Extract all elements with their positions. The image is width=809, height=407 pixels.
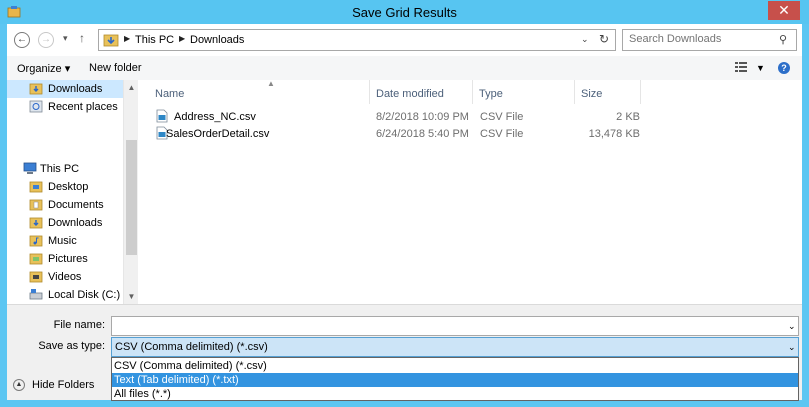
address-dropdown-icon[interactable]: ⌄ bbox=[581, 34, 589, 45]
sidebar-item-label: Desktop bbox=[48, 181, 89, 193]
sidebar-item-label: This PC bbox=[40, 163, 80, 175]
breadcrumb-separator-icon: ▶ bbox=[124, 34, 131, 43]
sidebar-item-label: Recent places bbox=[48, 101, 118, 113]
view-dropdown-icon[interactable]: ▼ bbox=[756, 63, 765, 73]
column-header-size[interactable]: Size bbox=[575, 80, 641, 104]
toolbar: Organize ▾ New folder ▼ ? bbox=[7, 56, 802, 80]
scroll-down-icon[interactable]: ▼ bbox=[124, 289, 138, 304]
file-name-field[interactable]: ⌄ bbox=[111, 316, 799, 336]
new-folder-button[interactable]: New folder bbox=[89, 62, 142, 74]
sidebar-item-music[interactable]: Music bbox=[7, 232, 123, 250]
recent-places-icon bbox=[29, 100, 43, 113]
desktop-folder-icon bbox=[29, 181, 43, 193]
sidebar-item-local-disk[interactable]: Local Disk (C:) bbox=[7, 286, 123, 304]
address-row: ← → ▾ ↑ ▶ This PC ▶ Downloads ⌄ ↻ ⚲ bbox=[7, 24, 802, 56]
csv-file-icon bbox=[156, 109, 168, 123]
breadcrumb-this-pc[interactable]: This PC bbox=[135, 34, 174, 46]
file-date: 8/2/2018 10:09 PM bbox=[376, 111, 469, 123]
column-header-date[interactable]: Date modified bbox=[370, 80, 473, 104]
scroll-up-icon[interactable]: ▲ bbox=[124, 80, 138, 95]
dialog-client: ← → ▾ ↑ ▶ This PC ▶ Downloads ⌄ ↻ ⚲ bbox=[7, 24, 802, 401]
sidebar-item-label: Documents bbox=[48, 199, 104, 211]
scroll-thumb[interactable] bbox=[126, 140, 137, 255]
downloads-folder-icon bbox=[29, 217, 43, 229]
hide-folders-label: Hide Folders bbox=[32, 379, 95, 391]
file-name-label: File name: bbox=[53, 319, 105, 331]
help-icon[interactable]: ? bbox=[778, 62, 790, 74]
sidebar-item-this-pc[interactable]: This PC bbox=[7, 160, 123, 178]
search-input[interactable] bbox=[629, 33, 769, 45]
up-button[interactable]: ↑ bbox=[79, 31, 85, 45]
search-icon[interactable]: ⚲ bbox=[779, 33, 787, 46]
file-date: 6/24/2018 5:40 PM bbox=[376, 128, 469, 140]
organize-button[interactable]: Organize ▾ bbox=[17, 62, 70, 75]
chevron-down-icon[interactable]: ⌄ bbox=[788, 321, 796, 332]
file-type: CSV File bbox=[480, 128, 524, 140]
sidebar-item-downloads-2[interactable]: Downloads bbox=[7, 214, 123, 232]
save-dialog-window: Save Grid Results ✕ ← → ▾ ↑ ▶ This PC ▶ … bbox=[0, 0, 809, 407]
save-form: File name: ⌄ Save as type: CSV (Comma de… bbox=[7, 304, 802, 401]
address-bar[interactable]: ▶ This PC ▶ Downloads ⌄ ↻ bbox=[98, 29, 616, 51]
sidebar-item-label: Local Disk (C:) bbox=[48, 289, 121, 301]
column-header-type[interactable]: Type bbox=[473, 80, 575, 104]
chevron-down-icon[interactable]: ⌄ bbox=[788, 342, 796, 353]
column-header-label: Type bbox=[479, 88, 503, 100]
local-disk-icon bbox=[29, 289, 43, 300]
sidebar-item-videos[interactable]: Videos bbox=[7, 268, 123, 286]
type-option-txt[interactable]: Text (Tab delimited) (*.txt) bbox=[112, 373, 798, 387]
downloads-folder-icon bbox=[29, 83, 43, 95]
file-list: Name ▲ Date modified Type Size Address_N… bbox=[138, 79, 802, 304]
sidebar-item-label: Music bbox=[48, 235, 77, 247]
recent-locations-button[interactable]: ▾ bbox=[63, 33, 68, 44]
save-as-type-label: Save as type: bbox=[38, 340, 105, 352]
sidebar-item-documents[interactable]: Documents bbox=[7, 196, 123, 214]
this-pc-icon bbox=[23, 162, 37, 174]
pictures-folder-icon bbox=[29, 253, 43, 265]
file-size: 13,478 KB bbox=[588, 128, 640, 140]
back-button[interactable]: ← bbox=[14, 32, 30, 48]
column-header-label: Name bbox=[155, 88, 185, 100]
file-type: CSV File bbox=[480, 111, 524, 123]
file-row[interactable]: Address_NC.csv 8/2/2018 10:09 PM CSV Fil… bbox=[156, 108, 640, 125]
type-dropdown-list: CSV (Comma delimited) (*.csv) Text (Tab … bbox=[111, 357, 799, 401]
sidebar-item-label: Videos bbox=[48, 271, 82, 283]
column-header-name[interactable]: Name ▲ bbox=[149, 79, 370, 104]
videos-folder-icon bbox=[29, 271, 43, 283]
chevron-up-icon: ▲ bbox=[13, 379, 25, 391]
navigation-pane: Downloads Recent places This PC Desktop … bbox=[7, 80, 138, 304]
documents-folder-icon bbox=[29, 199, 43, 211]
downloads-folder-icon bbox=[103, 34, 119, 47]
sidebar-item-label: Downloads bbox=[48, 83, 103, 95]
view-options-icon[interactable] bbox=[735, 62, 747, 72]
breadcrumb-separator-icon: ▶ bbox=[179, 34, 186, 43]
file-name: Address_NC.csv bbox=[174, 111, 256, 123]
type-option-csv[interactable]: CSV (Comma delimited) (*.csv) bbox=[112, 359, 798, 373]
nav-scrollbar[interactable]: ▲ ▼ bbox=[123, 80, 138, 304]
sidebar-item-downloads[interactable]: Downloads bbox=[7, 80, 123, 98]
file-name-input[interactable] bbox=[115, 320, 775, 332]
breadcrumb-downloads[interactable]: Downloads bbox=[190, 34, 244, 46]
sidebar-item-recent-places[interactable]: Recent places bbox=[7, 98, 123, 116]
file-size: 2 KB bbox=[616, 111, 640, 123]
sort-ascending-icon: ▲ bbox=[267, 79, 275, 88]
sidebar-item-label: Downloads bbox=[48, 217, 103, 229]
save-as-type-value: CSV (Comma delimited) (*.csv) bbox=[115, 341, 268, 353]
window-title: Save Grid Results bbox=[352, 5, 457, 20]
music-folder-icon bbox=[29, 235, 43, 247]
column-header-label: Date modified bbox=[376, 88, 444, 100]
file-name: SalesOrderDetail.csv bbox=[166, 128, 270, 140]
type-option-all[interactable]: All files (*.*) bbox=[112, 387, 798, 401]
search-box[interactable]: ⚲ bbox=[622, 29, 797, 51]
close-button[interactable]: ✕ bbox=[768, 1, 800, 20]
sidebar-item-label: Pictures bbox=[48, 253, 88, 265]
title-bar[interactable]: Save Grid Results ✕ bbox=[0, 0, 809, 24]
sidebar-item-pictures[interactable]: Pictures bbox=[7, 250, 123, 268]
refresh-icon[interactable]: ↻ bbox=[599, 32, 609, 46]
save-as-type-select[interactable]: CSV (Comma delimited) (*.csv) ⌄ bbox=[111, 337, 799, 357]
file-row[interactable]: SalesOrderDetail.csv 6/24/2018 5:40 PM C… bbox=[156, 125, 640, 142]
forward-button[interactable]: → bbox=[38, 32, 54, 48]
column-header-label: Size bbox=[581, 88, 603, 100]
sidebar-item-desktop[interactable]: Desktop bbox=[7, 178, 123, 196]
